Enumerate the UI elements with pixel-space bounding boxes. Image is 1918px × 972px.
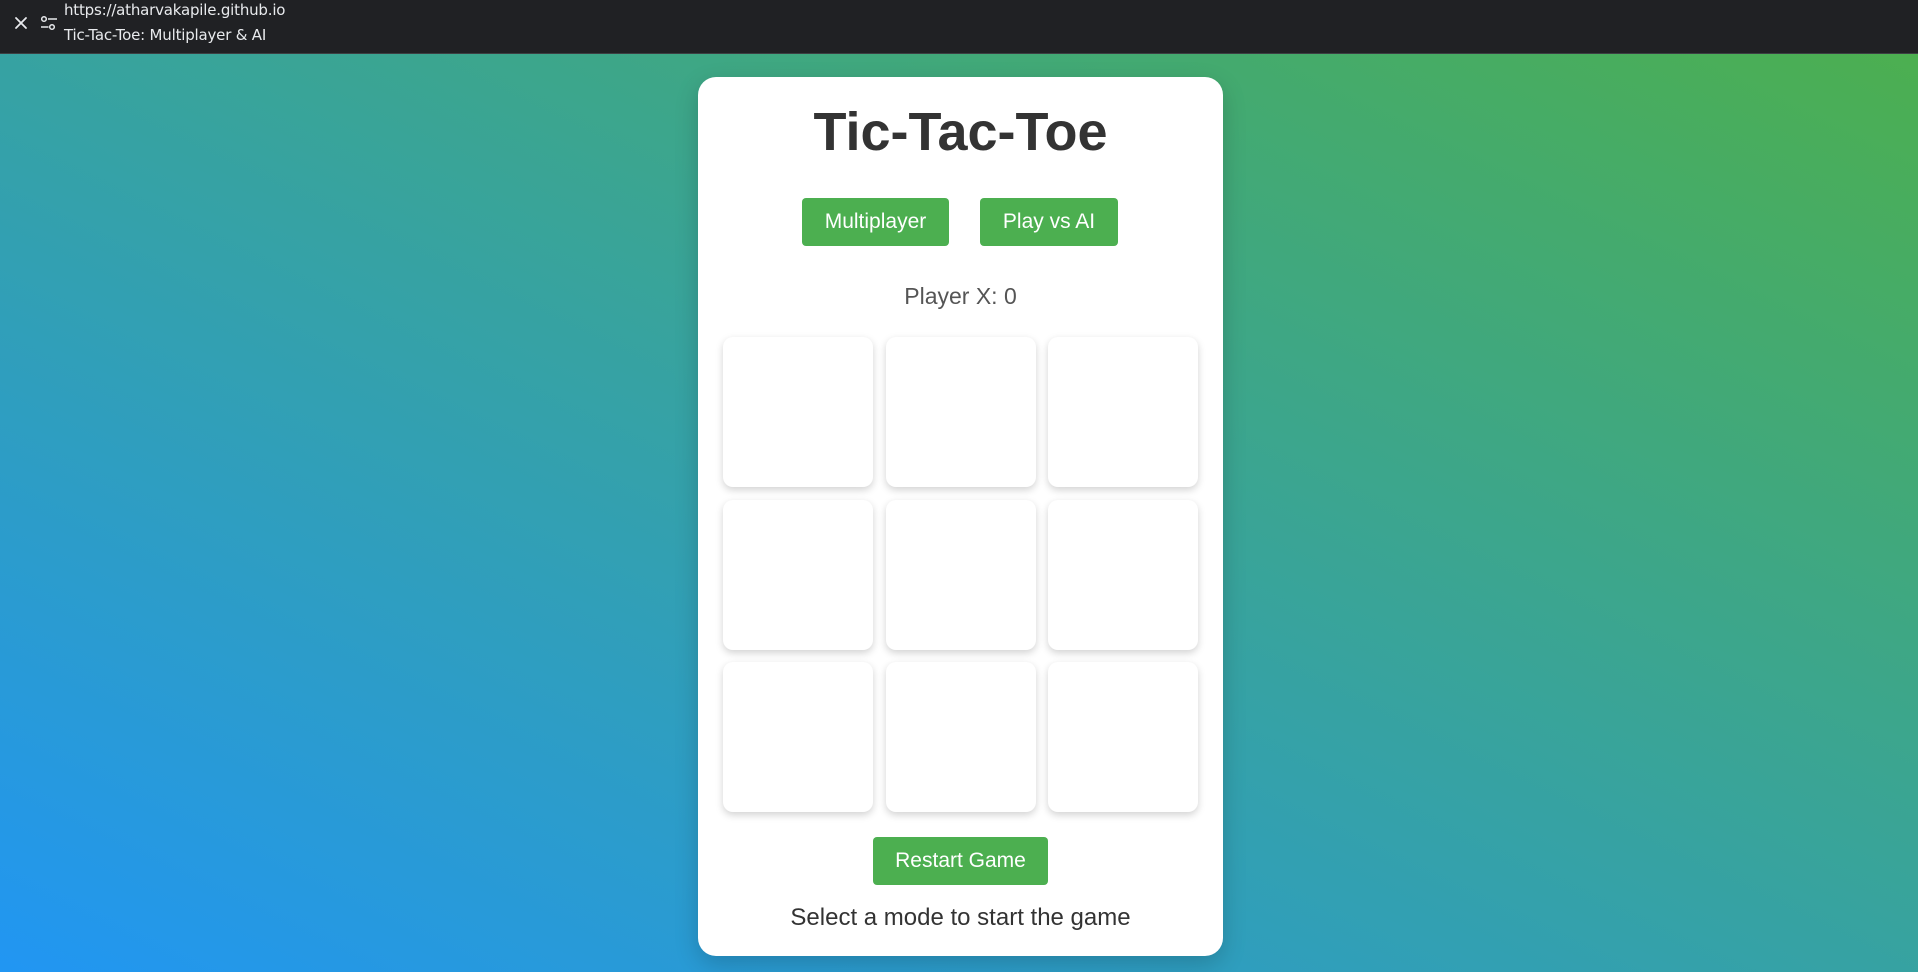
status-message: Select a mode to start the game [790, 904, 1131, 931]
board-cell[interactable] [885, 662, 1036, 812]
page-url[interactable]: https://atharvakapile.github.io [64, 1, 285, 19]
browser-toolbar: https://atharvakapile.github.io Tic-Tac-… [0, 0, 1918, 54]
play-vs-ai-button[interactable]: Play vs AI [980, 198, 1118, 246]
board-cell[interactable] [1048, 662, 1198, 812]
page-viewport: Tic-Tac-Toe Multiplayer Play vs AI Playe… [0, 54, 1918, 972]
page-title: Tic-Tac-Toe [813, 102, 1108, 162]
board-cell[interactable] [885, 499, 1036, 650]
board-cell[interactable] [723, 337, 873, 487]
tune-icon[interactable] [38, 12, 60, 34]
game-card: Tic-Tac-Toe Multiplayer Play vs AI Playe… [698, 77, 1223, 956]
board-cell[interactable] [885, 337, 1036, 487]
board-cell[interactable] [1048, 499, 1198, 650]
tab-title: Tic-Tac-Toe: Multiplayer & AI [64, 26, 267, 44]
restart-game-button[interactable]: Restart Game [873, 837, 1048, 885]
board-cell[interactable] [1048, 337, 1198, 487]
close-icon[interactable] [10, 12, 32, 34]
multiplayer-button[interactable]: Multiplayer [802, 198, 949, 246]
score-display: Player X: 0 [904, 283, 1017, 309]
board-cell[interactable] [723, 662, 873, 812]
board-cell[interactable] [723, 499, 873, 650]
game-board [723, 337, 1198, 812]
